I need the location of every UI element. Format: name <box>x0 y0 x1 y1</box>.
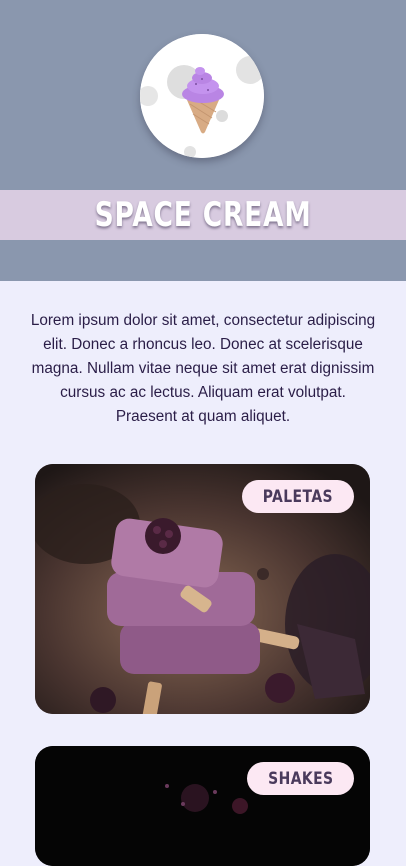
category-label-paletas: PALETAS <box>262 486 334 507</box>
brand-name: SPACE CREAM <box>94 195 312 235</box>
brand-banner: SPACE CREAM <box>0 190 406 240</box>
category-badge-paletas[interactable]: PALETAS <box>242 480 354 513</box>
ice-cream-moon-icon <box>140 34 264 158</box>
logo[interactable] <box>140 34 264 158</box>
category-card-paletas[interactable]: PALETAS <box>35 464 370 714</box>
category-label-shakes: SHAKES <box>267 768 334 789</box>
hero-header: SPACE CREAM <box>0 0 406 281</box>
category-badge-shakes[interactable]: SHAKES <box>247 762 354 795</box>
intro-text: Lorem ipsum dolor sit amet, consectetur … <box>30 312 376 425</box>
category-card-shakes[interactable]: SHAKES <box>35 746 370 866</box>
